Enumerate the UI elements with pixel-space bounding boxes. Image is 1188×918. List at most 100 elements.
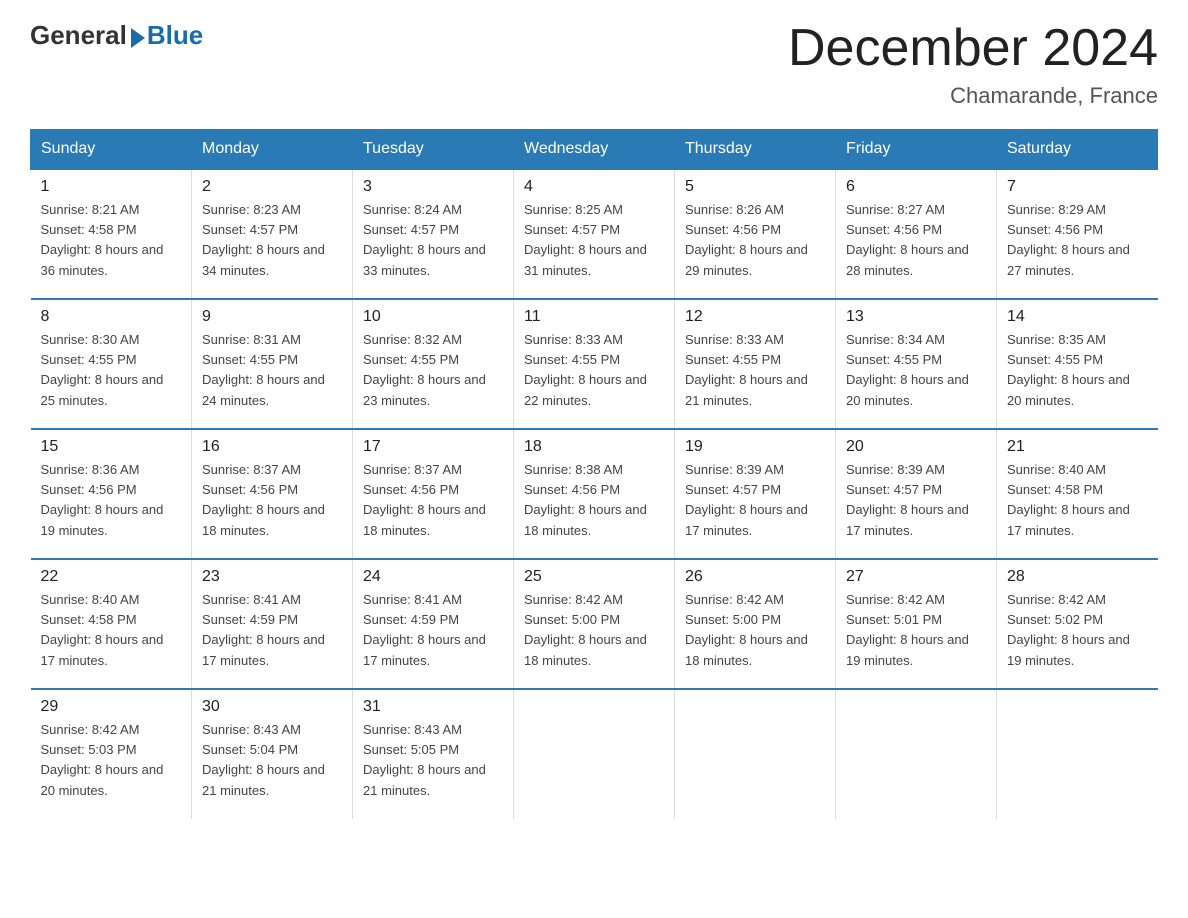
- calendar-cell: 30 Sunrise: 8:43 AMSunset: 5:04 PMDayligh…: [192, 689, 353, 819]
- day-number: 1: [41, 178, 182, 196]
- day-number: 19: [685, 438, 825, 456]
- calendar-cell: 9Sunrise: 8:31 AMSunset: 4:55 PMDaylight…: [192, 299, 353, 429]
- day-number: 25: [524, 568, 664, 586]
- day-number: 20: [846, 438, 986, 456]
- calendar-cell: [836, 689, 997, 819]
- calendar-cell: 19 Sunrise: 8:39 AMSunset: 4:57 PMDayligh…: [675, 429, 836, 559]
- calendar-cell: 31 Sunrise: 8:43 AMSunset: 5:05 PMDayligh…: [353, 689, 514, 819]
- day-info: Sunrise: 8:37 AMSunset: 4:56 PMDaylight:…: [202, 460, 342, 541]
- day-info: Sunrise: 8:24 AMSunset: 4:57 PMDaylight:…: [363, 200, 503, 281]
- day-number: 5: [685, 178, 825, 196]
- day-info: Sunrise: 8:33 AMSunset: 4:55 PMDaylight:…: [685, 330, 825, 411]
- day-number: 28: [1007, 568, 1148, 586]
- day-info: Sunrise: 8:42 AMSunset: 5:01 PMDaylight:…: [846, 590, 986, 671]
- day-number: 4: [524, 178, 664, 196]
- day-number: 30: [202, 698, 342, 716]
- calendar-cell: 25 Sunrise: 8:42 AMSunset: 5:00 PMDayligh…: [514, 559, 675, 689]
- day-info: Sunrise: 8:42 AMSunset: 5:02 PMDaylight:…: [1007, 590, 1148, 671]
- day-number: 12: [685, 308, 825, 326]
- calendar-cell: 20 Sunrise: 8:39 AMSunset: 4:57 PMDayligh…: [836, 429, 997, 559]
- day-info: Sunrise: 8:21 AMSunset: 4:58 PMDaylight:…: [41, 200, 182, 281]
- day-number: 8: [41, 308, 182, 326]
- calendar-week-row: 1 Sunrise: 8:21 AMSunset: 4:58 PMDaylight…: [31, 169, 1158, 299]
- header-tuesday: Tuesday: [353, 130, 514, 170]
- page-header: General Blue December 2024 Chamarande, F…: [30, 20, 1158, 109]
- day-info: Sunrise: 8:40 AMSunset: 4:58 PMDaylight:…: [1007, 460, 1148, 541]
- day-info: Sunrise: 8:40 AMSunset: 4:58 PMDaylight:…: [41, 590, 182, 671]
- day-info: Sunrise: 8:41 AMSunset: 4:59 PMDaylight:…: [202, 590, 342, 671]
- header-saturday: Saturday: [997, 130, 1158, 170]
- day-info: Sunrise: 8:39 AMSunset: 4:57 PMDaylight:…: [846, 460, 986, 541]
- day-info: Sunrise: 8:33 AMSunset: 4:55 PMDaylight:…: [524, 330, 664, 411]
- calendar-cell: 8 Sunrise: 8:30 AMSunset: 4:55 PMDaylight…: [31, 299, 192, 429]
- calendar-cell: 10Sunrise: 8:32 AMSunset: 4:55 PMDayligh…: [353, 299, 514, 429]
- calendar-cell: 5 Sunrise: 8:26 AMSunset: 4:56 PMDaylight…: [675, 169, 836, 299]
- day-info: Sunrise: 8:42 AMSunset: 5:03 PMDaylight:…: [41, 720, 182, 801]
- day-info: Sunrise: 8:39 AMSunset: 4:57 PMDaylight:…: [685, 460, 825, 541]
- calendar-week-row: 29Sunrise: 8:42 AMSunset: 5:03 PMDayligh…: [31, 689, 1158, 819]
- calendar-week-row: 8 Sunrise: 8:30 AMSunset: 4:55 PMDaylight…: [31, 299, 1158, 429]
- header-friday: Friday: [836, 130, 997, 170]
- day-info: Sunrise: 8:26 AMSunset: 4:56 PMDaylight:…: [685, 200, 825, 281]
- header-wednesday: Wednesday: [514, 130, 675, 170]
- calendar-cell: 28 Sunrise: 8:42 AMSunset: 5:02 PMDayligh…: [997, 559, 1158, 689]
- day-info: Sunrise: 8:41 AMSunset: 4:59 PMDaylight:…: [363, 590, 503, 671]
- day-info: Sunrise: 8:43 AMSunset: 5:04 PMDaylight:…: [202, 720, 342, 801]
- day-info: Sunrise: 8:31 AMSunset: 4:55 PMDaylight:…: [202, 330, 342, 411]
- calendar-cell: 29Sunrise: 8:42 AMSunset: 5:03 PMDayligh…: [31, 689, 192, 819]
- header-thursday: Thursday: [675, 130, 836, 170]
- calendar-cell: [997, 689, 1158, 819]
- calendar-header-row: SundayMondayTuesdayWednesdayThursdayFrid…: [31, 130, 1158, 170]
- day-info: Sunrise: 8:27 AMSunset: 4:56 PMDaylight:…: [846, 200, 986, 281]
- day-number: 26: [685, 568, 825, 586]
- day-number: 23: [202, 568, 342, 586]
- day-info: Sunrise: 8:29 AMSunset: 4:56 PMDaylight:…: [1007, 200, 1148, 281]
- day-number: 18: [524, 438, 664, 456]
- day-info: Sunrise: 8:36 AMSunset: 4:56 PMDaylight:…: [41, 460, 182, 541]
- day-info: Sunrise: 8:38 AMSunset: 4:56 PMDaylight:…: [524, 460, 664, 541]
- day-number: 13: [846, 308, 986, 326]
- day-number: 14: [1007, 308, 1148, 326]
- calendar-cell: 3Sunrise: 8:24 AMSunset: 4:57 PMDaylight…: [353, 169, 514, 299]
- day-info: Sunrise: 8:34 AMSunset: 4:55 PMDaylight:…: [846, 330, 986, 411]
- logo-blue-text: Blue: [147, 20, 203, 51]
- calendar-cell: [675, 689, 836, 819]
- calendar-cell: 1 Sunrise: 8:21 AMSunset: 4:58 PMDaylight…: [31, 169, 192, 299]
- day-number: 2: [202, 178, 342, 196]
- day-number: 27: [846, 568, 986, 586]
- day-number: 11: [524, 308, 664, 326]
- day-info: Sunrise: 8:23 AMSunset: 4:57 PMDaylight:…: [202, 200, 342, 281]
- day-info: Sunrise: 8:43 AMSunset: 5:05 PMDaylight:…: [363, 720, 503, 801]
- calendar-cell: 16 Sunrise: 8:37 AMSunset: 4:56 PMDayligh…: [192, 429, 353, 559]
- calendar-cell: 7Sunrise: 8:29 AMSunset: 4:56 PMDaylight…: [997, 169, 1158, 299]
- calendar-cell: 2 Sunrise: 8:23 AMSunset: 4:57 PMDaylight…: [192, 169, 353, 299]
- day-number: 17: [363, 438, 503, 456]
- calendar-cell: 13 Sunrise: 8:34 AMSunset: 4:55 PMDayligh…: [836, 299, 997, 429]
- day-number: 22: [41, 568, 182, 586]
- calendar-cell: 24 Sunrise: 8:41 AMSunset: 4:59 PMDayligh…: [353, 559, 514, 689]
- title-section: December 2024 Chamarande, France: [788, 20, 1158, 109]
- calendar-table: SundayMondayTuesdayWednesdayThursdayFrid…: [30, 129, 1158, 819]
- calendar-cell: 17Sunrise: 8:37 AMSunset: 4:56 PMDayligh…: [353, 429, 514, 559]
- day-info: Sunrise: 8:42 AMSunset: 5:00 PMDaylight:…: [685, 590, 825, 671]
- day-number: 6: [846, 178, 986, 196]
- day-number: 10: [363, 308, 503, 326]
- calendar-week-row: 22 Sunrise: 8:40 AMSunset: 4:58 PMDayligh…: [31, 559, 1158, 689]
- day-info: Sunrise: 8:30 AMSunset: 4:55 PMDaylight:…: [41, 330, 182, 411]
- day-number: 21: [1007, 438, 1148, 456]
- day-info: Sunrise: 8:42 AMSunset: 5:00 PMDaylight:…: [524, 590, 664, 671]
- day-info: Sunrise: 8:35 AMSunset: 4:55 PMDaylight:…: [1007, 330, 1148, 411]
- day-number: 24: [363, 568, 503, 586]
- calendar-subtitle: Chamarande, France: [788, 83, 1158, 109]
- calendar-cell: 6 Sunrise: 8:27 AMSunset: 4:56 PMDaylight…: [836, 169, 997, 299]
- calendar-week-row: 15Sunrise: 8:36 AMSunset: 4:56 PMDayligh…: [31, 429, 1158, 559]
- calendar-cell: 27 Sunrise: 8:42 AMSunset: 5:01 PMDayligh…: [836, 559, 997, 689]
- calendar-cell: [514, 689, 675, 819]
- day-number: 16: [202, 438, 342, 456]
- logo: General Blue: [30, 20, 203, 51]
- day-info: Sunrise: 8:25 AMSunset: 4:57 PMDaylight:…: [524, 200, 664, 281]
- day-number: 31: [363, 698, 503, 716]
- calendar-cell: 11 Sunrise: 8:33 AMSunset: 4:55 PMDayligh…: [514, 299, 675, 429]
- calendar-cell: 15Sunrise: 8:36 AMSunset: 4:56 PMDayligh…: [31, 429, 192, 559]
- logo-triangle-icon: [131, 28, 145, 48]
